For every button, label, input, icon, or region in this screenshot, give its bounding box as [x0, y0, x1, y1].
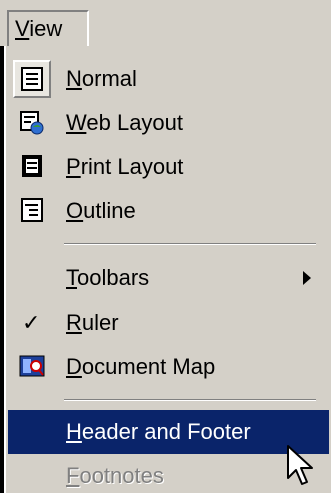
web-layout-icon [20, 111, 44, 135]
view-menu-mnemonic: V [15, 16, 30, 41]
menu-item-label: Toolbars [66, 265, 150, 290]
document-map-icon [19, 355, 45, 377]
outline-view-icon [21, 198, 43, 222]
print-layout-icon [22, 155, 42, 177]
menu-item-label: Normal [66, 66, 137, 91]
menu-item-outline[interactable]: Outline [8, 189, 329, 233]
menu-bar: View [0, 0, 331, 46]
menu-item-label: Print Layout [66, 154, 184, 179]
submenu-arrow-icon [303, 271, 311, 285]
view-dropdown-menu: Normal Web Layout Print Layout Outline T… [4, 46, 331, 493]
menu-item-document-map[interactable]: Document Map [8, 345, 329, 389]
menu-item-toolbars[interactable]: Toolbars [8, 256, 329, 300]
menu-item-ruler[interactable]: ✓ Ruler [8, 301, 329, 345]
menu-item-label: Web Layout [66, 110, 184, 135]
menu-item-label: Outline [66, 198, 136, 223]
normal-view-icon [21, 67, 43, 91]
menu-item-label: Header and Footer [66, 419, 251, 444]
menu-item-label: Document Map [66, 354, 216, 379]
menu-item-header-and-footer[interactable]: Header and Footer [8, 410, 329, 454]
menu-item-footnotes: Footnotes [8, 454, 329, 498]
menu-item-label: Footnotes [66, 463, 164, 488]
view-menu-label: iew [29, 16, 63, 41]
menu-separator [64, 399, 316, 401]
menu-separator [64, 243, 316, 245]
mouse-pointer-icon [287, 445, 313, 485]
checkmark-icon: ✓ [22, 310, 41, 335]
view-menu[interactable]: View [7, 10, 89, 46]
menu-item-web-layout[interactable]: Web Layout [8, 101, 329, 145]
menu-item-print-layout[interactable]: Print Layout [8, 145, 329, 189]
menu-item-label: Ruler [66, 310, 119, 335]
menu-item-normal[interactable]: Normal [8, 57, 329, 101]
